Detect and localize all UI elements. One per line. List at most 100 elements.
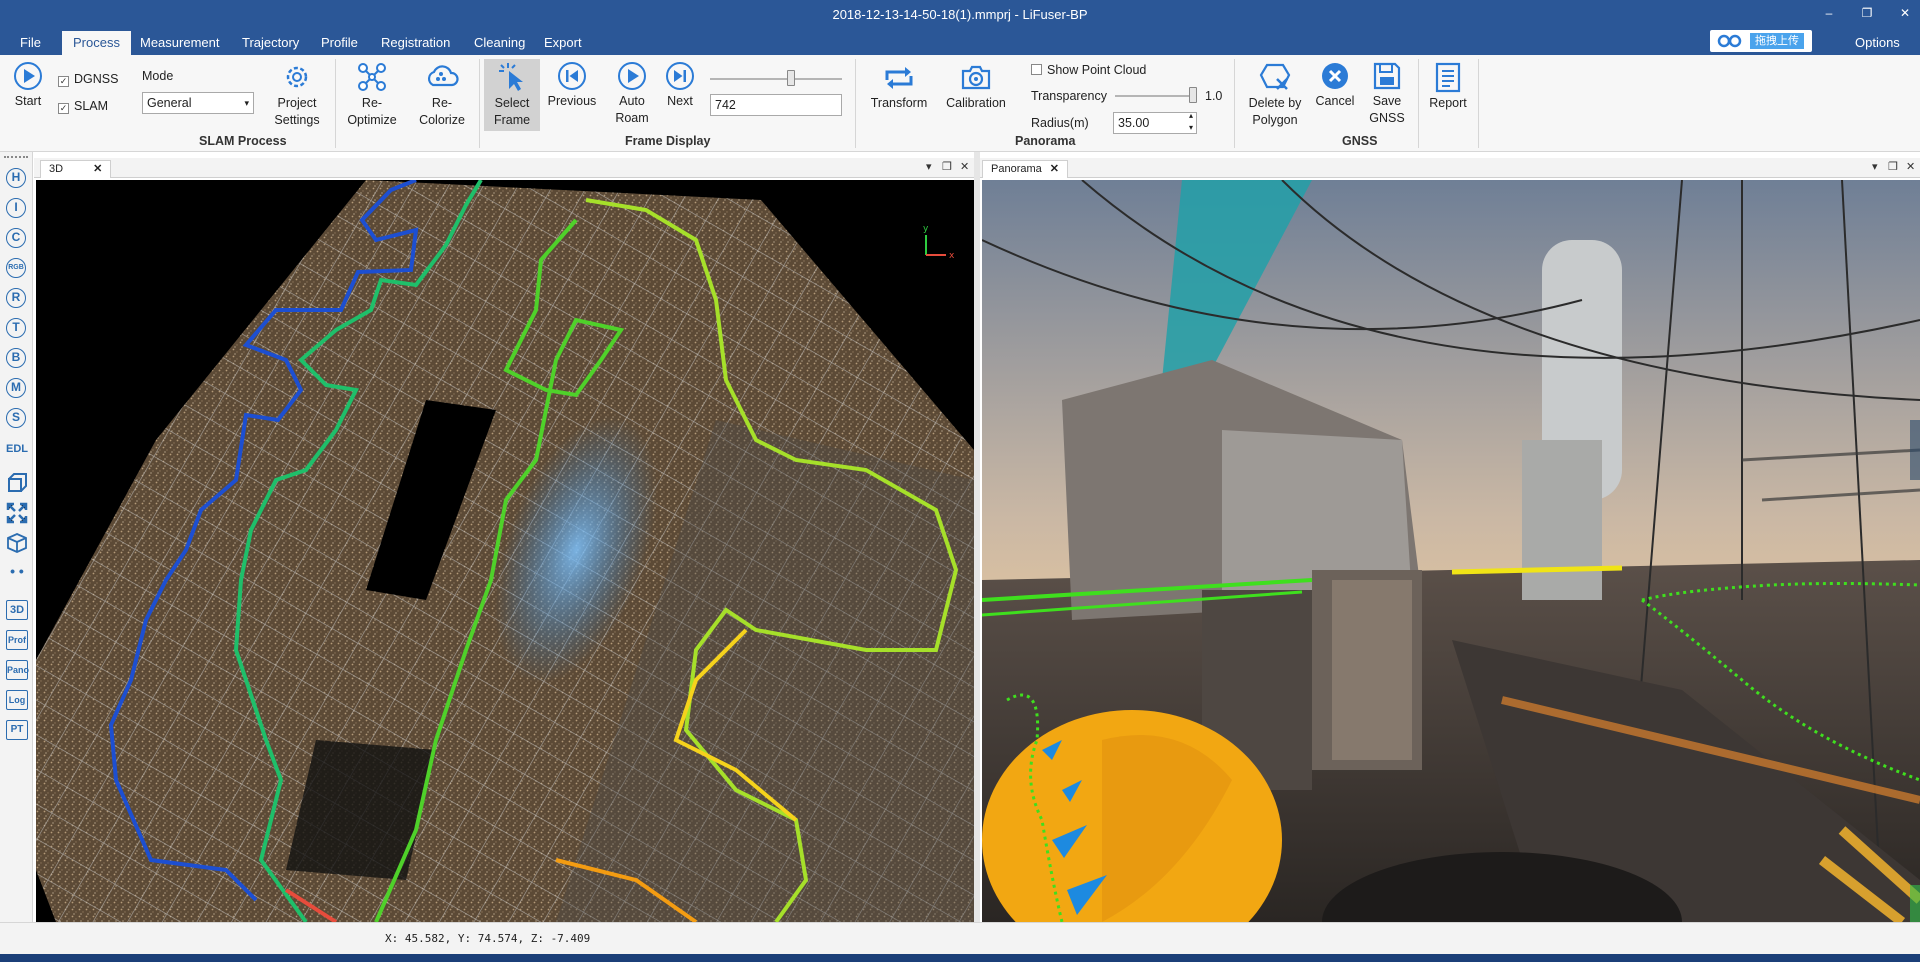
report-button[interactable]: Report (1424, 61, 1472, 112)
expand-icon[interactable] (6, 502, 28, 524)
start-button[interactable]: Start (8, 61, 48, 110)
mode-select[interactable]: General ▾ (142, 92, 254, 114)
b-color-tool[interactable]: B (6, 348, 26, 368)
frame-number-input[interactable]: 742 (710, 94, 842, 116)
cursor-select-icon (499, 63, 523, 91)
panorama-view-canvas[interactable] (982, 180, 1920, 922)
frame-slider-thumb[interactable] (786, 70, 795, 86)
svg-text:y: y (923, 224, 929, 234)
show-point-cloud-checkbox[interactable]: Show Point Cloud (1031, 63, 1146, 77)
reoptimize-label-2: Optimize (347, 113, 397, 127)
separator (1478, 59, 1479, 148)
delete-by-polygon-button[interactable]: Delete by Polygon (1242, 61, 1308, 129)
separator (479, 59, 480, 148)
menu-file[interactable]: File (9, 31, 52, 55)
empty-check-icon (1031, 64, 1042, 75)
transform-icon (885, 67, 913, 89)
panel-float-icon[interactable]: ❐ (1888, 160, 1898, 173)
more-dots-icon[interactable]: • • (6, 560, 28, 582)
transparency-slider[interactable] (1115, 86, 1197, 106)
pt-view-tool[interactable]: PT (6, 720, 28, 740)
panel-close-icon[interactable]: ✕ (1906, 160, 1915, 173)
axis-gizmo: yx (923, 224, 955, 261)
transform-button[interactable]: Transform (866, 61, 932, 112)
calibration-button[interactable]: Calibration (940, 61, 1012, 112)
classification-color-tool[interactable]: C (6, 228, 26, 248)
previous-icon (558, 62, 586, 90)
point-cloud-render: yx (36, 180, 974, 922)
3d-view-canvas[interactable]: yx (36, 180, 974, 922)
select-frame-button[interactable]: Select Frame (484, 59, 540, 131)
ribbon: Start ✓ DGNSS ✓ SLAM Mode General ▾ Projec… (0, 55, 1920, 152)
menu-measurement[interactable]: Measurement (129, 31, 230, 55)
log-view-tool[interactable]: Log (6, 690, 28, 710)
network-icon (358, 63, 386, 91)
save-gnss-button[interactable]: Save GNSS (1364, 61, 1410, 127)
separator (855, 59, 856, 148)
menu-profile[interactable]: Profile (310, 31, 369, 55)
radius-spinbox[interactable]: 35.00 ▴ ▾ (1113, 111, 1197, 134)
menu-trajectory[interactable]: Trajectory (231, 31, 310, 55)
menu-export[interactable]: Export (533, 31, 593, 55)
close-icon[interactable]: ✕ (93, 163, 102, 175)
tab-panorama[interactable]: Panorama ✕ (982, 160, 1068, 178)
menu-process[interactable]: Process (62, 31, 131, 55)
transparency-slider-thumb[interactable] (1189, 87, 1197, 103)
3d-view-tool[interactable]: 3D (6, 600, 28, 620)
spin-arrows-icon: ▴ ▾ (1188, 111, 1193, 132)
profile-view-tool[interactable]: Prof (6, 630, 28, 650)
close-icon[interactable]: ✕ (1050, 163, 1059, 175)
recolorize-label-2: Colorize (419, 113, 465, 127)
time-color-tool[interactable]: T (6, 318, 26, 338)
cube-icon[interactable] (6, 532, 28, 554)
panel-close-icon[interactable]: ✕ (960, 160, 969, 173)
return-color-tool[interactable]: R (6, 288, 26, 308)
m-color-tool[interactable]: M (6, 378, 26, 398)
tab-3d-label: 3D (49, 163, 64, 175)
panel-float-icon[interactable]: ❐ (942, 160, 952, 173)
menu-cleaning[interactable]: Cleaning (463, 31, 536, 55)
menu-registration[interactable]: Registration (370, 31, 461, 55)
panel-menu-icon[interactable]: ▾ (1872, 160, 1878, 173)
panorama-group-label: Panorama (1015, 134, 1076, 148)
previous-button[interactable]: Previous (546, 61, 598, 110)
minimize-button[interactable]: – (1814, 3, 1844, 23)
previous-label: Previous (547, 94, 597, 108)
s-color-tool[interactable]: S (6, 408, 26, 428)
next-button[interactable]: Next (660, 61, 700, 110)
save-gnss-label-2: GNSS (1369, 111, 1405, 125)
dgnss-checkbox[interactable]: ✓ DGNSS (58, 72, 118, 87)
intensity-color-tool[interactable]: I (6, 198, 26, 218)
project-settings-label-2: Settings (274, 113, 320, 127)
auto-roam-button[interactable]: Auto Roam (608, 61, 656, 127)
camera-icon (961, 65, 991, 90)
cancel-button[interactable]: Cancel (1312, 61, 1358, 110)
dgnss-check-icon: ✓ (58, 76, 69, 87)
box-view-icon[interactable] (6, 472, 28, 494)
maximize-button[interactable]: ❐ (1852, 3, 1882, 23)
menu-options[interactable]: Options (1844, 31, 1911, 55)
transparency-slider-track (1115, 95, 1197, 97)
close-button[interactable]: ✕ (1890, 3, 1920, 23)
height-color-tool[interactable]: H (6, 168, 26, 188)
next-label: Next (667, 94, 693, 108)
cloud-upload-button[interactable]: 拖拽上传 (1710, 30, 1812, 52)
polygon-delete-icon (1259, 63, 1291, 90)
panorama-panel-header: Panorama ✕ ▾ ❐ ✕ (980, 158, 1920, 178)
slam-checkbox[interactable]: ✓ SLAM (58, 99, 108, 114)
edl-tool[interactable]: EDL (6, 438, 28, 460)
rgb-color-tool[interactable]: RGB (6, 258, 26, 278)
project-settings-label-1: Project (277, 96, 317, 110)
project-settings-button[interactable]: Project Settings (270, 61, 324, 129)
frame-slider[interactable] (710, 69, 842, 89)
panorama-view-tool[interactable]: Pano (6, 660, 29, 680)
panel-menu-icon[interactable]: ▾ (926, 160, 932, 173)
svg-text:x: x (949, 251, 955, 261)
panel-splitter[interactable] (974, 152, 980, 922)
frame-slider-track (710, 78, 842, 80)
reoptimize-button[interactable]: Re- Optimize (343, 61, 401, 129)
gear-icon (286, 66, 308, 88)
save-icon (1373, 62, 1401, 90)
tab-3d[interactable]: 3D ✕ (40, 160, 112, 178)
recolorize-button[interactable]: Re- Colorize (413, 61, 471, 129)
